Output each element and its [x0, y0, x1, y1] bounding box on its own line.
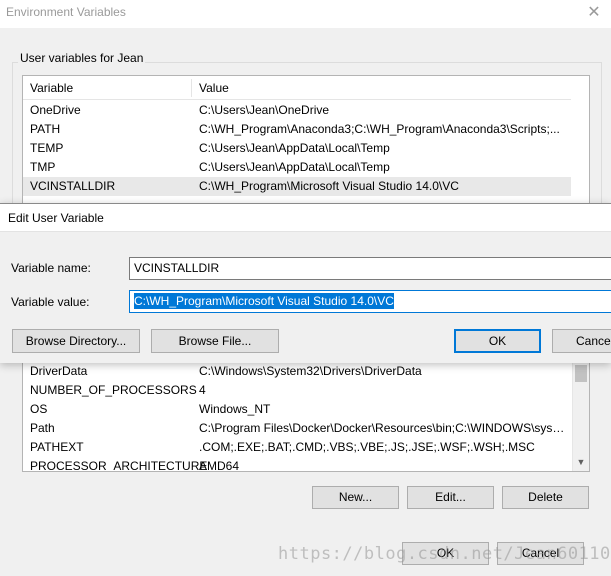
variable-name-cell: TEMP	[30, 141, 64, 155]
watermark: https://blog.csdn.net/Jean601100	[278, 544, 611, 564]
table-row[interactable]: PROCESSOR_ARCHITECTURE AMD64	[23, 457, 571, 472]
table-row[interactable]: Path C:\Program Files\Docker\Docker\Resou…	[23, 419, 571, 438]
table-row[interactable]: OS Windows_NT	[23, 400, 571, 419]
variable-name-cell: OneDrive	[30, 103, 81, 117]
variable-value-cell: C:\WH_Program\Anaconda3;C:\WH_Program\An…	[199, 122, 560, 136]
variable-name-cell: DriverData	[30, 364, 88, 378]
scrollbar-thumb[interactable]	[575, 365, 587, 382]
edit-system-variable-button[interactable]: Edit...	[407, 486, 494, 509]
table-row[interactable]: PATHEXT .COM;.EXE;.BAT;.CMD;.VBS;.VBE;.JS…	[23, 438, 571, 457]
close-icon[interactable]: ✕	[582, 2, 606, 24]
table-row[interactable]: VCINSTALLDIR C:\WH_Program\Microsoft Visu…	[23, 177, 571, 196]
scroll-down-arrow-icon[interactable]: ▼	[573, 454, 589, 471]
table-row[interactable]: OneDrive C:\Users\Jean\OneDrive	[23, 101, 571, 120]
table-row[interactable]: TEMP C:\Users\Jean\AppData\Local\Temp	[23, 139, 571, 158]
variable-value-cell: C:\Users\Jean\AppData\Local\Temp	[199, 160, 390, 174]
variable-value-label: Variable value:	[11, 295, 90, 309]
edit-dialog-cancel-button[interactable]: Cancel	[552, 329, 611, 353]
variable-value-cell: Windows_NT	[199, 402, 271, 416]
variable-value-selected-text: C:\WH_Program\Microsoft Visual Studio 14…	[134, 293, 394, 309]
edit-dialog-ok-button[interactable]: OK	[454, 329, 541, 353]
variable-value-cell: 4	[199, 383, 206, 397]
variable-name-cell: PATHEXT	[30, 440, 84, 454]
variable-value-cell: .COM;.EXE;.BAT;.CMD;.VBS;.VBE;.JS;.JSE;.…	[199, 440, 535, 454]
variable-name-cell: OS	[30, 402, 48, 416]
variable-name-input[interactable]: VCINSTALLDIR	[129, 257, 611, 280]
table-row[interactable]: NUMBER_OF_PROCESSORS 4	[23, 381, 571, 400]
user-variables-group-label: User variables for Jean	[18, 51, 146, 65]
table-row[interactable]: TMP C:\Users\Jean\AppData\Local\Temp	[23, 158, 571, 177]
column-header-variable[interactable]: Variable	[23, 76, 191, 100]
variable-value-cell: C:\Users\Jean\AppData\Local\Temp	[199, 141, 390, 155]
variable-value-cell: C:\Users\Jean\OneDrive	[199, 103, 330, 117]
variable-name-label: Variable name:	[11, 261, 91, 275]
variable-value-cell: C:\Program Files\Docker\Docker\Resources…	[199, 421, 565, 435]
variable-name-cell: VCINSTALLDIR	[30, 179, 116, 193]
variable-name-cell: PROCESSOR_ARCHITECTURE	[30, 459, 208, 472]
variable-value-input[interactable]: C:\WH_Program\Microsoft Visual Studio 14…	[129, 290, 611, 313]
variable-name-cell: PATH	[30, 122, 61, 136]
variable-value-cell: C:\Windows\System32\Drivers\DriverData	[199, 364, 422, 378]
user-variables-list-header: Variable Value	[23, 76, 571, 100]
table-row[interactable]: PATH C:\WH_Program\Anaconda3;C:\WH_Progra…	[23, 120, 571, 139]
delete-system-variable-button[interactable]: Delete	[502, 486, 589, 509]
variable-value-cell: C:\WH_Program\Microsoft Visual Studio 14…	[199, 179, 459, 193]
variable-name-cell: NUMBER_OF_PROCESSORS	[30, 383, 197, 397]
edit-dialog-title: Edit User Variable	[8, 211, 104, 225]
user-variables-list[interactable]: Variable Value OneDrive C:\Users\Jean\One…	[22, 75, 590, 205]
variable-name-cell: Path	[30, 421, 55, 435]
new-system-variable-button[interactable]: New...	[312, 486, 399, 509]
variable-value-cell: AMD64	[199, 459, 240, 472]
browse-directory-button[interactable]: Browse Directory...	[12, 329, 140, 353]
table-row[interactable]: DriverData C:\Windows\System32\Drivers\Dr…	[23, 362, 571, 381]
browse-file-button[interactable]: Browse File...	[151, 329, 279, 353]
column-header-value[interactable]: Value	[192, 76, 572, 100]
env-window-title: Environment Variables	[6, 5, 126, 19]
variable-name-cell: TMP	[30, 160, 56, 174]
edit-user-variable-dialog: Edit User Variable Variable name: VCINST…	[0, 203, 611, 363]
